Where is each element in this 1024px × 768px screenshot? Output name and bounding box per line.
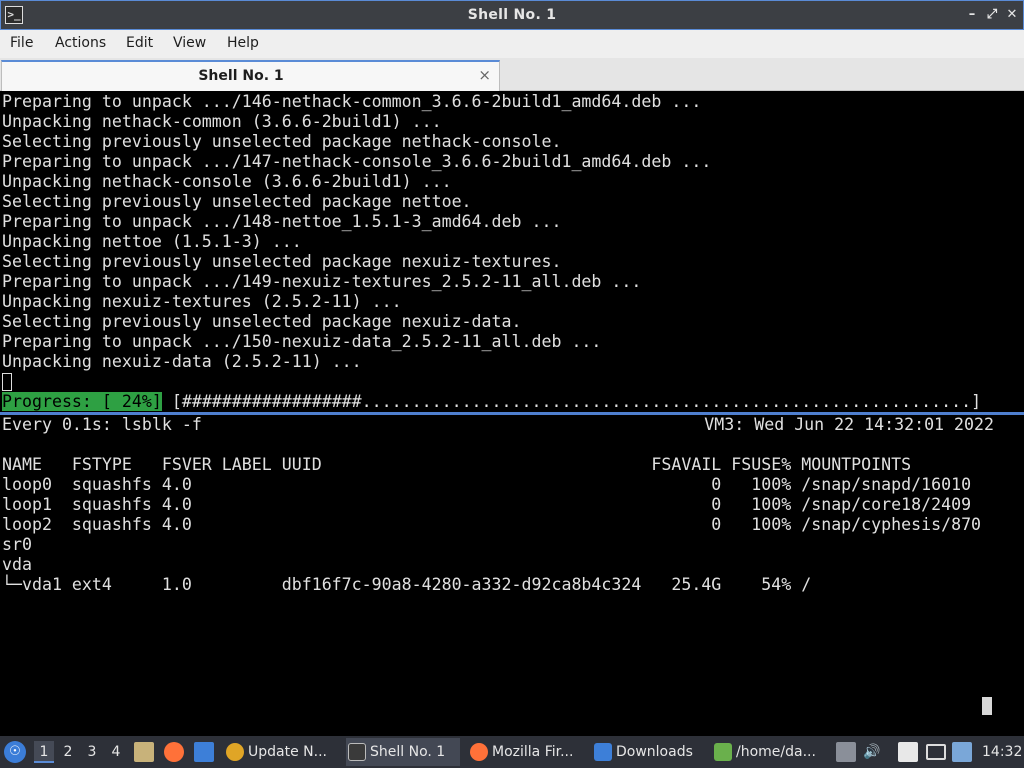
- window-title: Shell No. 1: [467, 7, 557, 23]
- terminal-line: Unpacking nethack-common (3.6.6-2build1)…: [2, 112, 442, 131]
- watch-command: Every 0.1s: lsblk -f: [2, 415, 202, 434]
- terminal-line: Unpacking nettoe (1.5.1-3) ...: [2, 232, 302, 251]
- task-home-folder[interactable]: /home/da...: [712, 738, 826, 766]
- terminal-line: Preparing to unpack .../150-nexuiz-data_…: [2, 332, 602, 351]
- maximize-button[interactable]: ⤢: [984, 7, 1000, 23]
- text-editor-icon: [714, 743, 732, 761]
- show-desktop-icon[interactable]: [194, 742, 214, 762]
- tab-shell-1[interactable]: Shell No. 1 ×: [1, 60, 500, 91]
- terminal-pane-bottom[interactable]: Every 0.1s: lsblk -f VM3: Wed Jun 22 14:…: [0, 415, 1024, 736]
- terminal-line: Preparing to unpack .../149-nexuiz-textu…: [2, 272, 642, 291]
- terminal-line: Selecting previously unselected package …: [2, 252, 562, 271]
- task-update-notifier[interactable]: Update N...: [224, 738, 338, 766]
- progress-bar: [##################.....................…: [161, 392, 982, 411]
- menu-view[interactable]: View: [173, 35, 206, 51]
- task-firefox[interactable]: Mozilla Fir...: [468, 738, 584, 766]
- update-icon: [226, 743, 244, 761]
- lsblk-row: └─vda1 ext4 1.0 dbf16f7c-90a8-4280-a332-…: [2, 575, 812, 594]
- network-icon[interactable]: [926, 744, 946, 760]
- window-titlebar[interactable]: >_ Shell No. 1 – ⤢ ✕: [0, 0, 1024, 30]
- terminal-icon: [348, 743, 366, 761]
- task-downloads[interactable]: Downloads: [592, 738, 704, 766]
- task-label: Mozilla Fir...: [492, 744, 574, 760]
- task-label: /home/da...: [736, 744, 816, 760]
- workspace-3[interactable]: 3: [82, 741, 102, 763]
- task-shell-1[interactable]: Shell No. 1: [346, 738, 460, 766]
- terminal-line: Unpacking nethack-console (3.6.6-2build1…: [2, 172, 452, 191]
- terminal-pane-top[interactable]: Preparing to unpack .../146-nethack-comm…: [0, 92, 1024, 412]
- progress-line: Progress: [ 24%] [##################....…: [2, 392, 981, 412]
- terminal-line: Selecting previously unselected package …: [2, 192, 472, 211]
- clock[interactable]: 14:32: [982, 736, 1022, 768]
- tab-close-icon[interactable]: ×: [478, 66, 491, 84]
- task-label: Shell No. 1: [370, 744, 446, 760]
- terminal-cursor: [2, 373, 12, 391]
- file-manager-launcher-icon[interactable]: [134, 742, 154, 762]
- menu-edit[interactable]: Edit: [126, 35, 153, 51]
- close-window-button[interactable]: ✕: [1004, 7, 1020, 23]
- menu-help[interactable]: Help: [227, 35, 259, 51]
- workspace-4[interactable]: 4: [106, 741, 126, 763]
- taskbar: ☉ 1 2 3 4 Update N... Shell No. 1 Mozill…: [0, 736, 1024, 768]
- menu-actions[interactable]: Actions: [55, 35, 106, 51]
- lsblk-row: vda: [2, 555, 32, 574]
- firefox-launcher-icon[interactable]: [164, 742, 184, 762]
- firefox-icon: [470, 743, 488, 761]
- terminal-cursor-block: [982, 697, 992, 715]
- terminal-line: Preparing to unpack .../147-nethack-cons…: [2, 152, 712, 171]
- lsblk-header: NAME FSTYPE FSVER LABEL UUID FSAVAIL FSU…: [2, 455, 912, 474]
- lsblk-row: loop0 squashfs 4.0 0 100% /snap/snapd/16…: [2, 475, 972, 494]
- task-label: Downloads: [616, 744, 693, 760]
- volume-icon[interactable]: 🔊: [862, 742, 882, 762]
- terminal-line: Unpacking nexuiz-textures (2.5.2-11) ...: [2, 292, 402, 311]
- task-label: Update N...: [248, 744, 327, 760]
- menu-file[interactable]: File: [10, 35, 33, 51]
- progress-label: Progress: [ 24%]: [2, 392, 162, 411]
- menu-bar: File Actions Edit View Help: [0, 30, 1024, 58]
- workspace-2[interactable]: 2: [58, 741, 78, 763]
- minimize-button[interactable]: –: [964, 7, 980, 23]
- start-menu-icon[interactable]: ☉: [4, 741, 26, 763]
- lsblk-row: loop2 squashfs 4.0 0 100% /snap/cyphesis…: [2, 515, 982, 534]
- watch-status: VM3: Wed Jun 22 14:32:01 2022: [704, 415, 994, 434]
- tab-bar: Shell No. 1 ×: [0, 58, 1024, 91]
- terminal-line: Preparing to unpack .../148-nettoe_1.5.1…: [2, 212, 562, 231]
- battery-icon[interactable]: [952, 742, 972, 762]
- terminal-line: Preparing to unpack .../146-nethack-comm…: [2, 92, 702, 111]
- notes-icon[interactable]: [898, 742, 918, 762]
- tab-label: Shell No. 1: [198, 68, 284, 84]
- folder-icon: [594, 743, 612, 761]
- terminal-line: Selecting previously unselected package …: [2, 132, 562, 151]
- lsblk-row: sr0: [2, 535, 32, 554]
- clipboard-icon[interactable]: [836, 742, 856, 762]
- terminal-view[interactable]: Preparing to unpack .../146-nethack-comm…: [0, 92, 1024, 736]
- terminal-line: Selecting previously unselected package …: [2, 312, 522, 331]
- terminal-line: Unpacking nexuiz-data (2.5.2-11) ...: [2, 352, 362, 371]
- lsblk-row: loop1 squashfs 4.0 0 100% /snap/core18/2…: [2, 495, 972, 514]
- workspace-1[interactable]: 1: [34, 741, 54, 763]
